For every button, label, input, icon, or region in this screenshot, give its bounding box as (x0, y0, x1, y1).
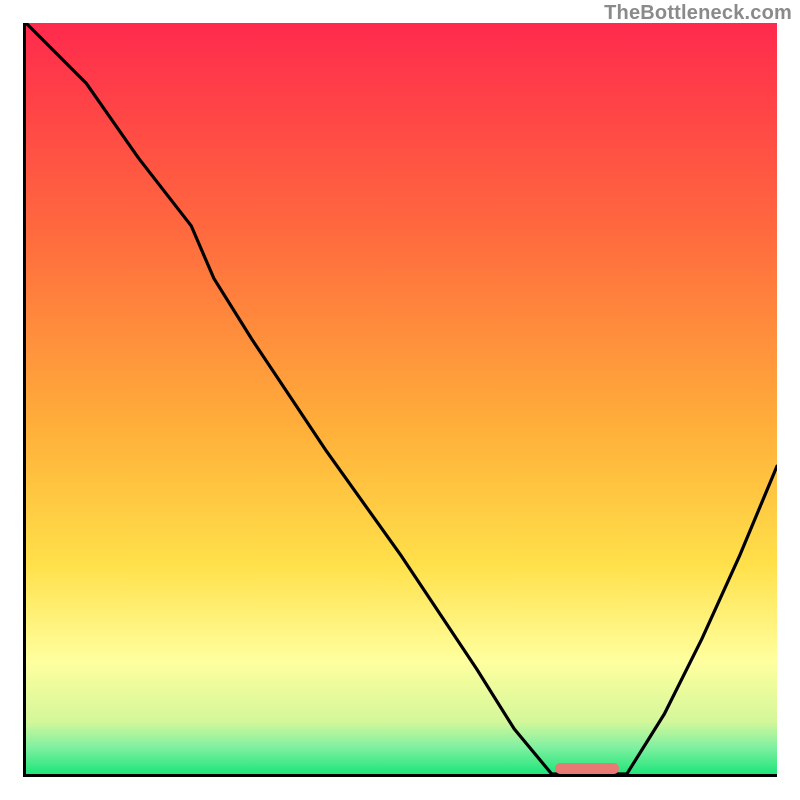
watermark-text: TheBottleneck.com (604, 2, 792, 25)
background-gradient (26, 23, 777, 774)
bottleneck-chart: TheBottleneck.com (0, 0, 800, 800)
plot-area (23, 23, 777, 777)
optimal-range-marker (555, 763, 619, 774)
